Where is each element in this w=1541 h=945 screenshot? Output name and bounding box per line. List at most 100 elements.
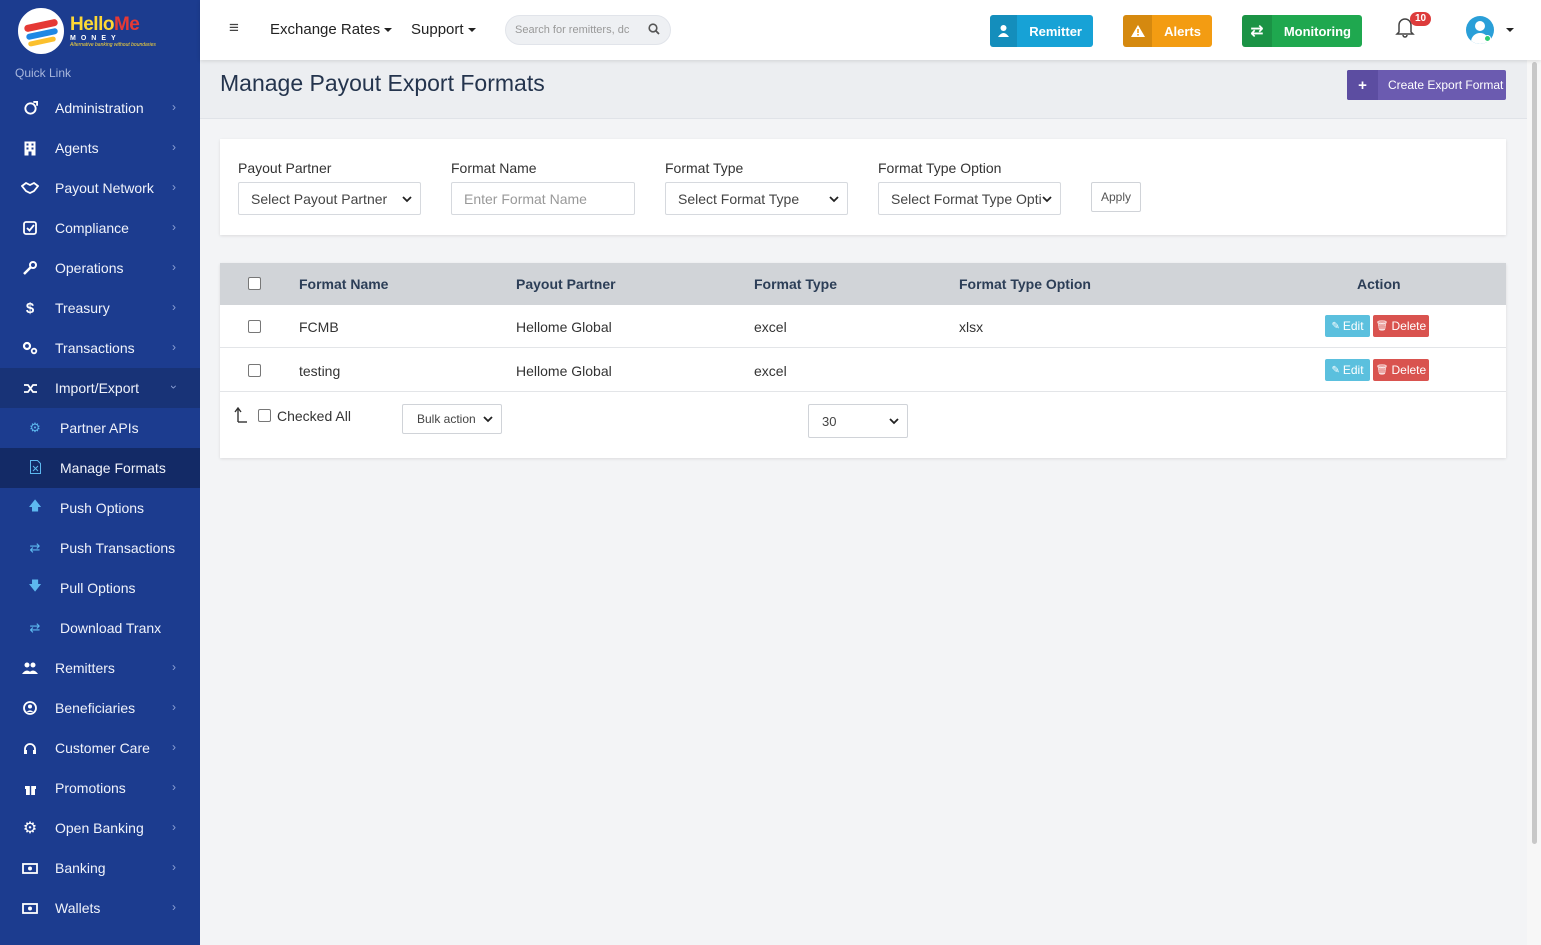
sidebar-item-agents[interactable]: Agents › (0, 128, 200, 168)
sidebar-item-remitters[interactable]: Remitters › (0, 648, 200, 688)
globe-logo-icon (18, 8, 64, 54)
sidebar-item-compliance[interactable]: Compliance › (0, 208, 200, 248)
support-menu[interactable]: Support (411, 21, 476, 38)
quick-link-label: Quick Link (15, 66, 72, 80)
sidebar-sub-download-tranx[interactable]: ⇄ Download Tranx (0, 608, 200, 648)
warning-icon (1123, 15, 1153, 47)
gift-icon (21, 779, 39, 797)
cogs-icon (21, 339, 39, 357)
sidebar-item-wallets[interactable]: Wallets › (0, 888, 200, 928)
brand-name: HelloMe (70, 13, 140, 35)
dollar-icon: $ (25, 299, 35, 317)
chevron-right-icon: › (172, 100, 176, 114)
chevron-down-icon (889, 418, 899, 425)
shuffle-icon (21, 379, 39, 397)
sidebar-item-payout-network[interactable]: Payout Network › (0, 168, 200, 208)
sidebar-item-operations[interactable]: Operations › (0, 248, 200, 288)
sidebar-item-customer-care[interactable]: Customer Care › (0, 728, 200, 768)
sidebar-sub-push-options[interactable]: 🡅 Push Options (0, 488, 200, 528)
hamburger-menu-icon[interactable]: ≡ (229, 18, 239, 38)
chevron-right-icon: › (172, 220, 176, 234)
sidebar-item-transactions[interactable]: Transactions › (0, 328, 200, 368)
payout-partner-label: Payout Partner (238, 160, 332, 176)
building-icon (21, 139, 39, 157)
pencil-icon: ✎ (1331, 320, 1340, 332)
delete-button[interactable]: 🗑 Delete (1373, 315, 1429, 337)
chevron-right-icon: › (172, 140, 176, 154)
scrollbar-thumb[interactable] (1532, 62, 1537, 844)
checked-all-checkbox[interactable] (258, 409, 271, 422)
notification-badge: 10 (1410, 12, 1432, 26)
remitter-button[interactable]: Remitter (990, 15, 1093, 47)
delete-button[interactable]: 🗑 Delete (1373, 359, 1429, 381)
table-row: FCMB Hellome Global excel xlsx ✎ Edit 🗑 De… (220, 305, 1506, 348)
sidebar-sub-push-transactions[interactable]: ⇄ Push Transactions (0, 528, 200, 568)
payout-partner-select[interactable]: Select Payout Partner (238, 182, 421, 215)
sidebar: HelloMe MONEY Alternative banking withou… (0, 0, 200, 945)
gear-icon: ⚙ (22, 820, 38, 837)
format-type-select[interactable]: Select Format Type (665, 182, 848, 215)
chevron-right-icon: › (172, 260, 176, 274)
alerts-button[interactable]: Alerts (1123, 15, 1212, 47)
exchange-rates-menu[interactable]: Exchange Rates (270, 21, 393, 38)
corner-up-arrow-icon (234, 407, 247, 423)
col-format-type[interactable]: Format Type (754, 276, 837, 292)
user-icon (990, 15, 1018, 47)
cell-payout-partner: Hellome Global (516, 363, 612, 379)
chevron-down-icon (483, 416, 493, 423)
sidebar-item-open-banking[interactable]: ⚙ Open Banking › (0, 808, 200, 848)
page-size-select[interactable]: 30 (808, 404, 908, 438)
col-format-type-option[interactable]: Format Type Option (959, 276, 1091, 292)
search-input[interactable] (515, 16, 637, 44)
select-all-checkbox[interactable] (248, 277, 261, 290)
users-icon (21, 659, 39, 677)
brand-logo[interactable]: HelloMe MONEY Alternative banking withou… (0, 0, 200, 62)
chevron-right-icon: › (172, 780, 176, 794)
money-bill-icon (21, 859, 39, 877)
check-square-icon (21, 219, 39, 237)
format-name-input[interactable] (451, 182, 635, 215)
caret-down-icon[interactable] (1506, 28, 1514, 32)
cell-payout-partner: Hellome Global (516, 319, 612, 335)
online-status-dot (1484, 35, 1491, 42)
sidebar-sub-partner-apis[interactable]: ⚙ Partner APIs (0, 408, 200, 448)
sidebar-sub-manage-formats[interactable]: Manage Formats (0, 448, 200, 488)
row-checkbox[interactable] (248, 320, 261, 333)
col-format-name[interactable]: Format Name (299, 276, 388, 292)
edit-button[interactable]: ✎ Edit (1325, 359, 1370, 381)
format-type-label: Format Type (665, 160, 744, 176)
create-export-format-button[interactable]: + Create Export Format (1347, 70, 1506, 100)
apply-button[interactable]: Apply (1091, 182, 1141, 212)
format-type-option-select[interactable]: Select Format Type Optic (878, 182, 1061, 215)
filter-card: Payout Partner Select Payout Partner For… (220, 139, 1506, 235)
edit-button[interactable]: ✎ Edit (1325, 315, 1370, 337)
row-checkbox[interactable] (248, 364, 261, 377)
pencil-icon: ✎ (1331, 364, 1340, 376)
cell-format-name: FCMB (299, 319, 339, 335)
chevron-right-icon: › (172, 860, 176, 874)
sidebar-item-beneficiaries[interactable]: Beneficiaries › (0, 688, 200, 728)
monitoring-button[interactable]: ⇄ Monitoring (1242, 15, 1362, 47)
exchange-icon: ⇄ (29, 540, 41, 555)
wrench-icon (21, 259, 39, 277)
sidebar-sub-pull-options[interactable]: 🡇 Pull Options (0, 568, 200, 608)
sidebar-item-treasury[interactable]: $ Treasury › (0, 288, 200, 328)
exchange-icon: ⇄ (29, 620, 41, 635)
sidebar-item-promotions[interactable]: Promotions › (0, 768, 200, 808)
checked-all-label: Checked All (277, 408, 351, 424)
user-circle-icon (21, 699, 39, 717)
sidebar-item-import-export[interactable]: Import/Export › (0, 368, 200, 408)
col-payout-partner[interactable]: Payout Partner (516, 276, 616, 292)
bulk-action-select[interactable]: Bulk action (402, 404, 502, 434)
format-type-option-label: Format Type Option (878, 160, 1002, 176)
table-footer: Checked All Bulk action 30 (220, 393, 1506, 453)
caret-down-icon (467, 28, 476, 33)
plus-icon: + (1347, 70, 1378, 100)
table-row: testing Hellome Global excel ✎ Edit 🗑 Dele… (220, 349, 1506, 392)
sidebar-item-banking[interactable]: Banking › (0, 848, 200, 888)
chevron-down-icon (402, 195, 412, 202)
sidebar-item-administration[interactable]: Administration › (0, 88, 200, 128)
cell-format-type: excel (754, 363, 787, 379)
search-icon[interactable] (648, 23, 660, 35)
circle-arrow-icon (21, 99, 39, 117)
